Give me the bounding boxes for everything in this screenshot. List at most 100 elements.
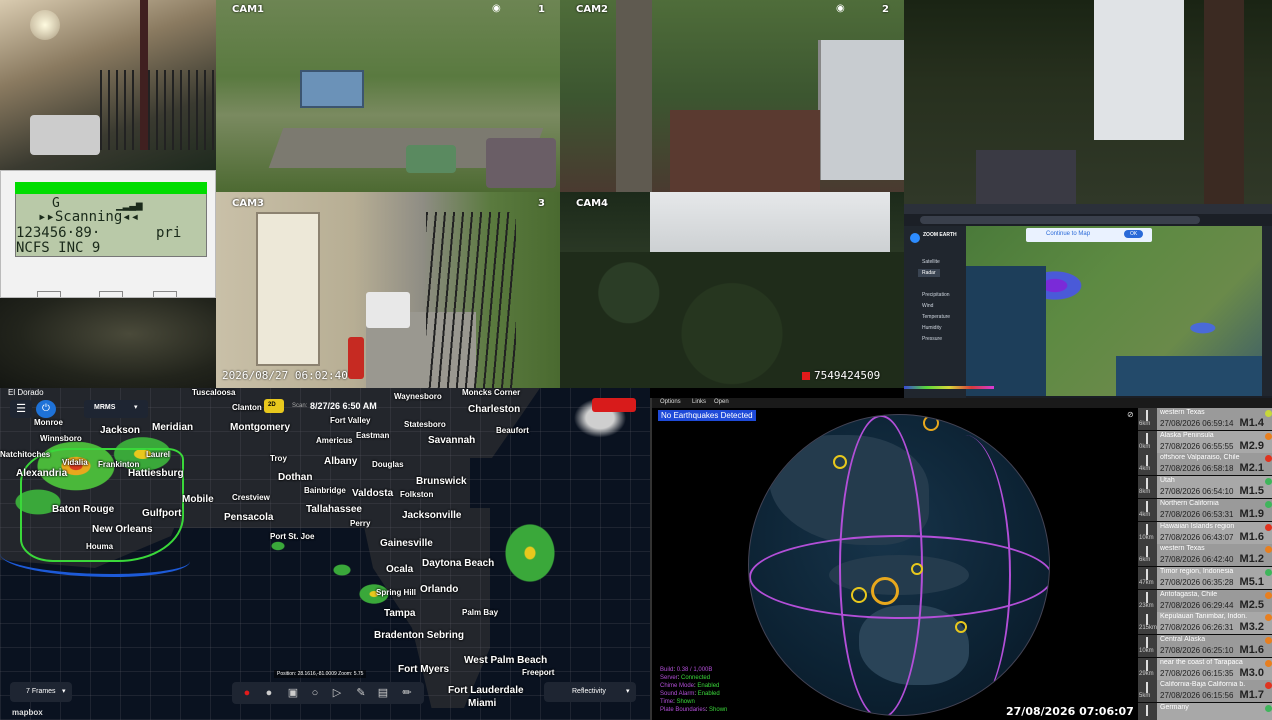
eq-feed-row[interactable]: 8km Utah 27/08/2026 06:54:10 M1.5 — [1138, 476, 1272, 500]
scanner-system-name: NCFS INC 9 — [16, 240, 101, 256]
earthquake-globe[interactable] — [748, 414, 1050, 716]
globe-plate-boundary — [919, 435, 1011, 715]
radar-power-button[interactable]: ⏻ — [36, 400, 56, 418]
record-icon[interactable]: ● — [240, 686, 254, 700]
europe-precipitation-map[interactable] — [966, 226, 1262, 396]
cam1-debris — [486, 138, 556, 188]
quake-marker[interactable] — [851, 587, 867, 603]
pen-icon[interactable]: ✏ — [400, 686, 414, 700]
city-label: Palm Bay — [462, 608, 499, 617]
weather-menu-radar[interactable]: Radar — [918, 269, 940, 277]
eq-feed-row[interactable]: 10km Central Alaska 27/08/2026 06:25:10 M1.… — [1138, 635, 1272, 658]
eq-menu-links[interactable]: Links — [692, 399, 706, 405]
map-zoom-controls[interactable] — [1262, 226, 1272, 396]
eq-feed-row[interactable]: 6km western Texas 27/08/2026 06:42:40 M1.2 — [1138, 544, 1272, 568]
radar-menu-button[interactable]: ☰ — [10, 400, 32, 418]
weather-menu-wind[interactable]: Wind — [922, 303, 933, 309]
city-label: Montgomery — [230, 422, 290, 433]
cam3-timestamp: 2026/08/27 06:02:40 — [222, 369, 348, 382]
city-label: Valdosta — [352, 488, 394, 499]
eq-stat-row: Plate Boundaries: Shown — [660, 707, 728, 713]
eq-magnitude: M1.5 — [1239, 485, 1264, 498]
eq-time: 27/08/2026 06:59:14 — [1160, 419, 1234, 428]
eq-feed-row[interactable]: 47km Timor region, Indonesia 27/08/2026 06… — [1138, 566, 1272, 590]
continue-banner[interactable]: Continue to Map OK — [1026, 228, 1152, 242]
cam1-view[interactable]: CAM1 ◉ 1 — [216, 0, 560, 192]
weather-menu-humidity[interactable]: Humidity — [922, 325, 941, 331]
scanner-soft-key-3[interactable] — [153, 291, 177, 297]
eq-feed-row[interactable]: 215km Kepulauan Tanimbar, Indon. 27/08/202… — [1138, 612, 1272, 636]
eq-magnitude: M2.9 — [1239, 439, 1264, 452]
weather-menu-temperature[interactable]: Temperature — [922, 314, 950, 320]
eq-depth: 5km — [1139, 693, 1151, 700]
eq-location: Hawaiian Islands region — [1160, 522, 1235, 530]
eq-feed-row[interactable]: 10km Hawaiian Islands region 27/08/2026 06… — [1138, 521, 1272, 545]
weather-map-browser[interactable]: ZOOM EARTH Satellite Radar Precipitation… — [904, 204, 1272, 400]
mapbox-attribution[interactable]: mapbox — [12, 708, 43, 717]
city-label: Crestview — [232, 493, 270, 502]
city-label: Gainesville — [380, 538, 433, 549]
radar-alert-indicator[interactable] — [592, 398, 636, 412]
eq-alert-dot — [1265, 591, 1272, 599]
quake-marker[interactable] — [911, 563, 923, 575]
earthquake-feed[interactable]: 6km western Texas 27/08/2026 06:59:14 M1.4 0… — [1138, 408, 1272, 720]
scanner-soft-key-1[interactable] — [37, 291, 61, 297]
eq-alert-dot — [1265, 500, 1272, 508]
cam4-view[interactable]: CAM4 7549424509 — [560, 192, 904, 388]
eq-location: near the coast of Tarapaca — [1160, 658, 1243, 666]
cam3-view[interactable]: CAM3 3 2026/08/27 06:02:40 — [216, 192, 560, 388]
eq-intensity-bar — [1146, 659, 1148, 671]
cam1-eye-icon: ◉ — [492, 3, 501, 14]
eq-intensity-bar — [1146, 591, 1148, 603]
eq-time: 27/08/2026 06:55:55 — [1160, 441, 1234, 451]
cam2-view[interactable]: CAM2 ◉ 2 — [560, 0, 904, 192]
browser-address-bar[interactable] — [920, 216, 1200, 224]
eq-menu-options[interactable]: Options — [660, 399, 681, 405]
continue-banner-button[interactable]: OK — [1124, 230, 1144, 238]
radar-2d-label: 2D — [268, 402, 276, 408]
screenshot-icon[interactable]: ▣ — [286, 686, 300, 700]
frames-select[interactable]: 7 Frames ▾ — [10, 682, 72, 702]
scanner-display: G ▁▂▃▅ ▸▸Scanning◂◂ 123456·89· pri NCFS … — [15, 182, 207, 257]
earthquake-monitor[interactable]: Options Links Open No Earthquakes Detect… — [650, 398, 1272, 720]
quake-marker[interactable] — [923, 415, 939, 431]
eq-location: Central Alaska — [1160, 636, 1206, 643]
weather-menu-precipitation[interactable]: Precipitation — [922, 292, 950, 298]
weather-menu-pressure[interactable]: Pressure — [922, 336, 942, 342]
radar-2d-badge[interactable]: 2D — [264, 399, 284, 413]
quake-marker[interactable] — [871, 577, 899, 605]
layers-icon[interactable]: ▤ — [376, 686, 390, 700]
eq-alert-dot — [1265, 432, 1272, 440]
polygon-tool-icon[interactable]: ▷ — [330, 686, 344, 700]
eq-feed-row[interactable]: 4km offshore Valparaiso, Chile 27/08/2026 … — [1138, 453, 1272, 477]
eq-location: western Texas — [1160, 409, 1205, 416]
eq-feed-row[interactable]: 4km Northern California 27/08/2026 06:53:3… — [1138, 498, 1272, 522]
eq-feed-row[interactable]: 6km western Texas 27/08/2026 06:59:14 M1.4 — [1138, 408, 1272, 431]
eq-intensity-band: 5km — [1138, 680, 1157, 703]
radar-product-select[interactable]: MRMS ▾ — [84, 400, 148, 418]
eq-alert-dot — [1265, 568, 1272, 576]
scanner-soft-key-2[interactable] — [99, 291, 123, 297]
city-label: New Orleans — [92, 524, 153, 535]
yard-post — [1204, 0, 1244, 204]
eq-stat-row: Chime Mode: Enabled — [660, 683, 720, 689]
radar-map[interactable]: Montgomery Savannah Charleston Tallahass… — [0, 388, 650, 720]
eq-feed-row[interactable]: 5km California-Baja California b. 27/08/20… — [1138, 680, 1272, 704]
eq-feed-row[interactable]: 29km near the coast of Tarapaca 27/08/2026… — [1138, 657, 1272, 681]
quake-marker[interactable] — [955, 621, 967, 633]
eq-stats-panel: Build: 0.38 / 1,000B Server: Connected C… — [660, 666, 780, 718]
quake-marker[interactable] — [833, 455, 847, 469]
eq-feed-row[interactable]: 0km Alaska Peninsula 27/08/2026 06:55:55 M2… — [1138, 430, 1272, 454]
location-pin-icon[interactable]: ● — [262, 686, 276, 700]
city-label: Albany — [324, 456, 358, 467]
weather-sidebar: ZOOM EARTH Satellite Radar Precipitation… — [904, 226, 966, 400]
draw-tool-icon[interactable]: ✎ — [354, 686, 368, 700]
eq-feed-row[interactable]: Germany — [1138, 703, 1272, 720]
eq-close-icon[interactable]: ⊘ — [1127, 410, 1134, 419]
weather-menu-satellite[interactable]: Satellite — [922, 259, 940, 265]
eq-feed-row[interactable]: 23km Antofagasta, Chile 27/08/2026 06:29:4… — [1138, 589, 1272, 613]
browser-tab-bar — [904, 204, 1272, 214]
layer-select[interactable]: Reflectivity ▾ — [544, 682, 636, 702]
circle-tool-icon[interactable]: ○ — [308, 686, 322, 700]
eq-menu-open[interactable]: Open — [714, 399, 729, 405]
